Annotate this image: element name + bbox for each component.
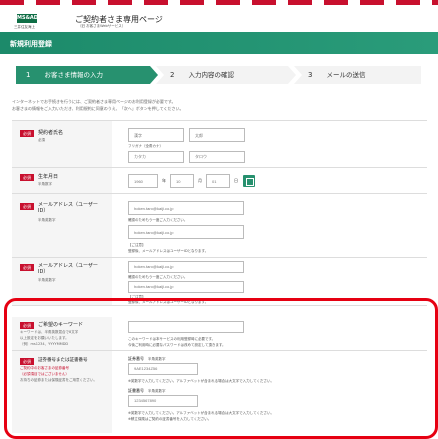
email-label: メールアドレス（ユーザーID）: [38, 202, 98, 214]
email-confirm-input[interactable]: [128, 225, 244, 239]
step-3: 3 メールの送信: [294, 66, 421, 84]
last-name-kana-input[interactable]: [128, 151, 184, 163]
email-row: 必須 メールアドレス（ユーザーID） 半角英数字 確認のためもう一度ご入力くださ…: [12, 194, 427, 258]
intro-line: インターネットでお手続きを行うには、ご契約者さま専用ページのお利用登録が必要です…: [12, 99, 176, 104]
highlight-annotation-box: [4, 298, 438, 439]
email-input[interactable]: [128, 201, 244, 215]
row-content-cell: 年 月 日: [112, 168, 427, 193]
site-header: MS&AD 三井住友海上 ご契約者さま専用ページ （旧 お客さまWebサービス）: [0, 5, 438, 30]
page-title: 新規利用登録: [10, 40, 52, 48]
row-content-cell: 確認のためもう一度ご入力ください。 【ご注意】 登録後、メールアドレスはユーザー…: [112, 194, 427, 257]
birthdate-label: 生年月日: [38, 174, 59, 180]
registration-form: 必須 契約者氏名 必須 フリガナ（全角カナ） 必須 生年月日 半角数字 年 月 …: [12, 120, 427, 433]
email-sub-label: 半角英数字: [38, 218, 56, 222]
month-unit: 月: [198, 178, 202, 183]
kana-label: フリガナ（全角カナ）: [128, 144, 163, 148]
year-unit: 年: [162, 178, 166, 183]
step-label: メールの送信: [326, 71, 366, 79]
birth-day-input[interactable]: [206, 174, 230, 188]
required-badge: 必須: [20, 174, 34, 181]
intro-text: インターネットでお手続きを行うには、ご契約者さま専用ページのお利用登録が必要です…: [12, 98, 427, 112]
step-1-active: 1 お客さま情報の入力: [16, 66, 158, 84]
row-label-cell: 必須 メールアドレス（ユーザーID） 半角英数字: [12, 194, 112, 257]
progress-steps: 1 お客さま情報の入力 2 入力内容の確認 3 メールの送信: [16, 66, 421, 84]
page-title-bar: 新規利用登録: [0, 32, 438, 54]
calendar-icon[interactable]: [243, 175, 255, 187]
last-name-input[interactable]: [128, 128, 184, 142]
step-number: 1: [26, 71, 31, 79]
row-label-cell: 必須 契約者氏名 必須: [12, 121, 112, 167]
required-badge: 必須: [20, 203, 34, 210]
step-2: 2 入力内容の確認: [156, 66, 296, 84]
email-note-title: 【ご注意】: [128, 243, 146, 247]
email-input[interactable]: [128, 261, 244, 273]
email-sub-label: 半角英数字: [38, 278, 56, 282]
brand-logo-subtitle: 三井住友海上: [14, 25, 35, 29]
step-label: 入力内容の確認: [188, 71, 234, 79]
birthdate-row: 必須 生年月日 半角数字 年 月 日: [12, 168, 427, 194]
name-sub-label: 必須: [38, 138, 45, 142]
birthdate-sub-label: 半角数字: [38, 182, 52, 186]
row-label-cell: 必須 生年月日 半角数字: [12, 168, 112, 193]
name-row: 必須 契約者氏名 必須 フリガナ（全角カナ）: [12, 121, 427, 168]
birth-month-input[interactable]: [170, 174, 194, 188]
intro-line: お客さまの情報をご入力いただき、利用規約に同意のうえ、「次へ」ボタンを押してくだ…: [12, 106, 184, 111]
email-confirm-input[interactable]: [128, 281, 244, 293]
step-number: 2: [170, 71, 175, 79]
name-label: 契約者氏名: [38, 130, 64, 136]
first-name-input[interactable]: [189, 128, 245, 142]
required-badge: 必須: [20, 264, 34, 271]
site-subtitle: （旧 お客さまWebサービス）: [78, 24, 126, 28]
email-label: メールアドレス（ユーザーID）: [38, 263, 98, 275]
email-confirm-label: 確認のためもう一度ご入力ください。: [128, 275, 188, 279]
row-content-cell: フリガナ（全角カナ）: [112, 121, 427, 167]
email-note: 登録後、メールアドレスはユーザーIDとなります。: [128, 249, 209, 253]
day-unit: 日: [234, 178, 238, 183]
birth-year-input[interactable]: [128, 174, 158, 188]
first-name-kana-input[interactable]: [189, 151, 245, 163]
step-label: お客さま情報の入力: [44, 71, 103, 79]
email-confirm-label: 確認のためもう一度ご入力ください。: [128, 218, 188, 222]
step-number: 3: [308, 71, 313, 79]
required-badge: 必須: [20, 130, 34, 137]
brand-logo[interactable]: MS&AD: [17, 14, 38, 23]
